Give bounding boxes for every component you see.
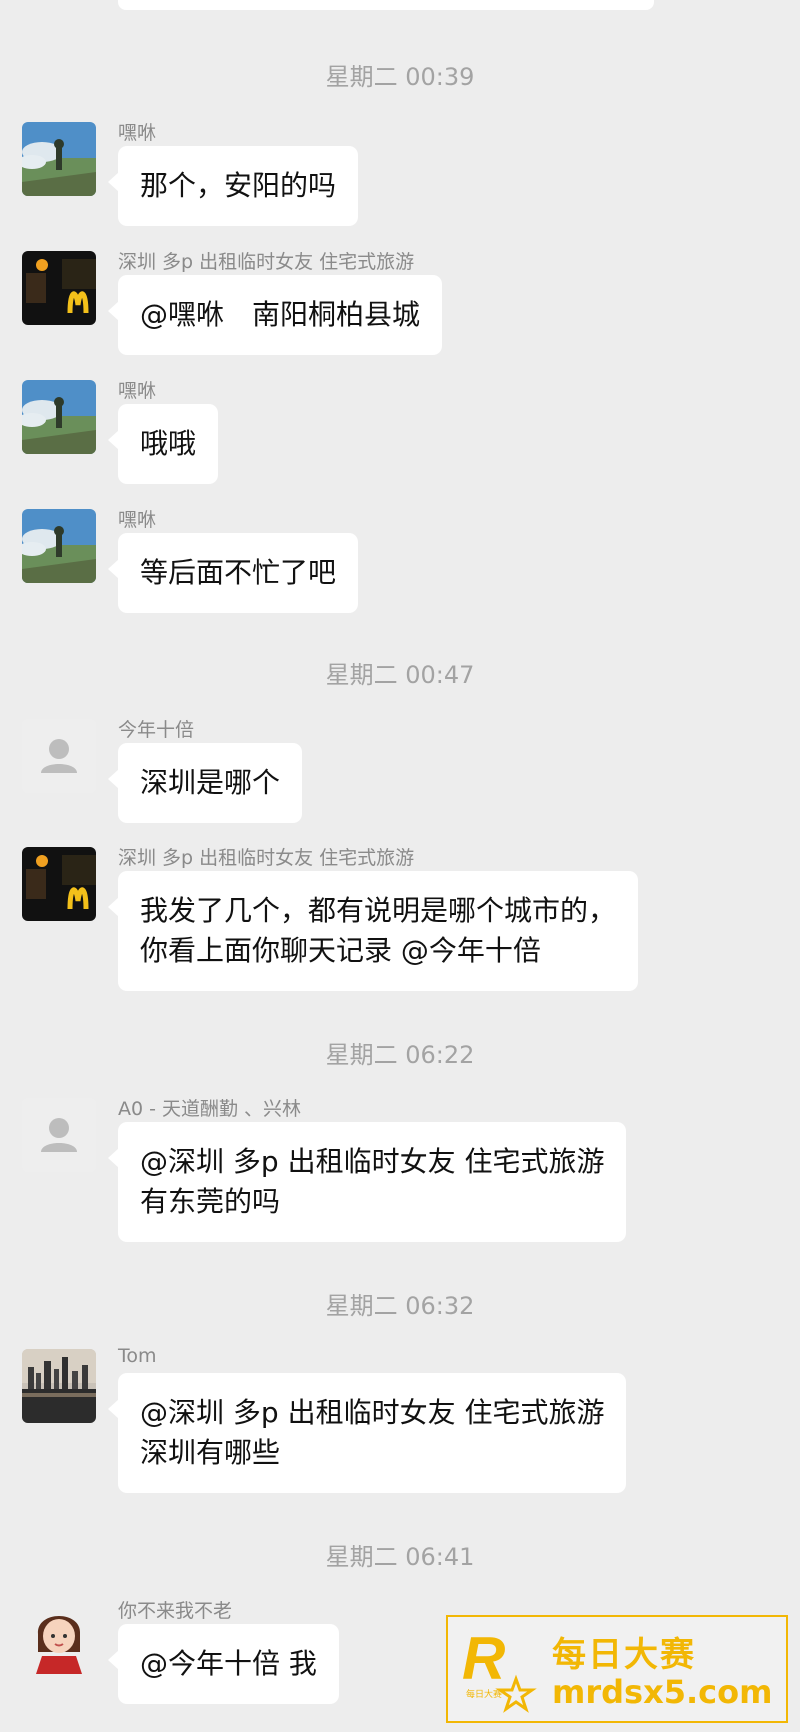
svg-text:R: R [462, 1625, 505, 1692]
night-storefront-avatar-icon[interactable] [22, 847, 96, 921]
timestamp: 星期二 00:47 [325, 661, 475, 689]
sender-name: 嘿咻 [118, 122, 157, 144]
sender-name: 今年十倍 [118, 719, 195, 741]
landscape-avatar-icon[interactable] [22, 380, 96, 454]
cartoon-girl-avatar-icon[interactable] [22, 1600, 96, 1674]
message-bubble[interactable]: 那个，安阳的吗 [107, 146, 359, 226]
watermark-title: 每日大赛 [552, 1635, 696, 1675]
message-bubble[interactable]: @嘿咻 南阳桐柏县城 [107, 275, 443, 355]
message-text: 那个，安阳的吗 [140, 169, 337, 202]
sender-name: Tom [118, 1345, 157, 1367]
message-bubble[interactable]: @今年十倍 我 [108, 1624, 339, 1704]
message-text: @深圳 多p 出租临时女友 住宅式旅游 [140, 1145, 605, 1178]
message-bubble[interactable]: 等后面不忙了吧 [107, 533, 359, 613]
message-bubble[interactable]: 深圳是哪个 [107, 743, 303, 823]
sender-name: 嘿咻 [118, 509, 157, 531]
default-user-avatar-icon[interactable] [22, 719, 96, 793]
sender-name: A0 - 天道酬勤 、兴林 [118, 1098, 302, 1120]
message-text: 有东莞的吗 [140, 1185, 281, 1218]
timestamp: 星期二 00:39 [325, 63, 475, 91]
message-text: 等后面不忙了吧 [140, 556, 337, 589]
message-text: 我发了几个，都有说明是哪个城市的， [140, 894, 617, 927]
site-watermark: R 每日大赛 每日大赛 mrdsx5.com [446, 1615, 788, 1723]
default-user-avatar-icon[interactable] [22, 1098, 96, 1172]
timestamp: 星期二 06:41 [325, 1543, 475, 1571]
night-storefront-avatar-icon[interactable] [22, 251, 96, 325]
star-r-logo-icon: R 每日大赛 [462, 1625, 537, 1713]
message-text: @嘿咻 南阳桐柏县城 [140, 298, 421, 331]
landscape-avatar-icon[interactable] [22, 122, 96, 196]
sender-name: 深圳 多p 出租临时女友 住宅式旅游 [118, 847, 415, 869]
message-text: @今年十倍 我 [140, 1647, 317, 1680]
svg-text:每日大赛: 每日大赛 [466, 1688, 502, 1700]
message-bubble[interactable]: @深圳 多p 出租临时女友 住宅式旅游 有东莞的吗 [107, 1122, 627, 1242]
city-skyline-avatar-icon[interactable] [22, 1349, 96, 1423]
message-text: 深圳是哪个 [140, 766, 281, 799]
message-text: @深圳 多p 出租临时女友 住宅式旅游 [140, 1396, 605, 1429]
message-text: 你看上面你聊天记录 @今年十倍 [140, 934, 541, 967]
watermark-url: mrdsx5.com [552, 1673, 773, 1711]
message-bubble[interactable]: 我发了几个，都有说明是哪个城市的， 你看上面你聊天记录 @今年十倍 [107, 871, 639, 991]
previous-message-bubble[interactable] [118, 0, 654, 10]
message-bubble[interactable]: 哦哦 [107, 404, 219, 484]
landscape-avatar-icon[interactable] [22, 509, 96, 583]
sender-name: 嘿咻 [118, 380, 157, 402]
timestamp: 星期二 06:22 [325, 1041, 475, 1069]
sender-name: 你不来我不老 [118, 1600, 233, 1622]
message-bubble[interactable]: @深圳 多p 出租临时女友 住宅式旅游 深圳有哪些 [107, 1373, 627, 1493]
message-text: 深圳有哪些 [140, 1436, 281, 1469]
message-text: 哦哦 [140, 427, 197, 460]
timestamp: 星期二 06:32 [325, 1292, 475, 1320]
sender-name: 深圳 多p 出租临时女友 住宅式旅游 [118, 251, 415, 273]
